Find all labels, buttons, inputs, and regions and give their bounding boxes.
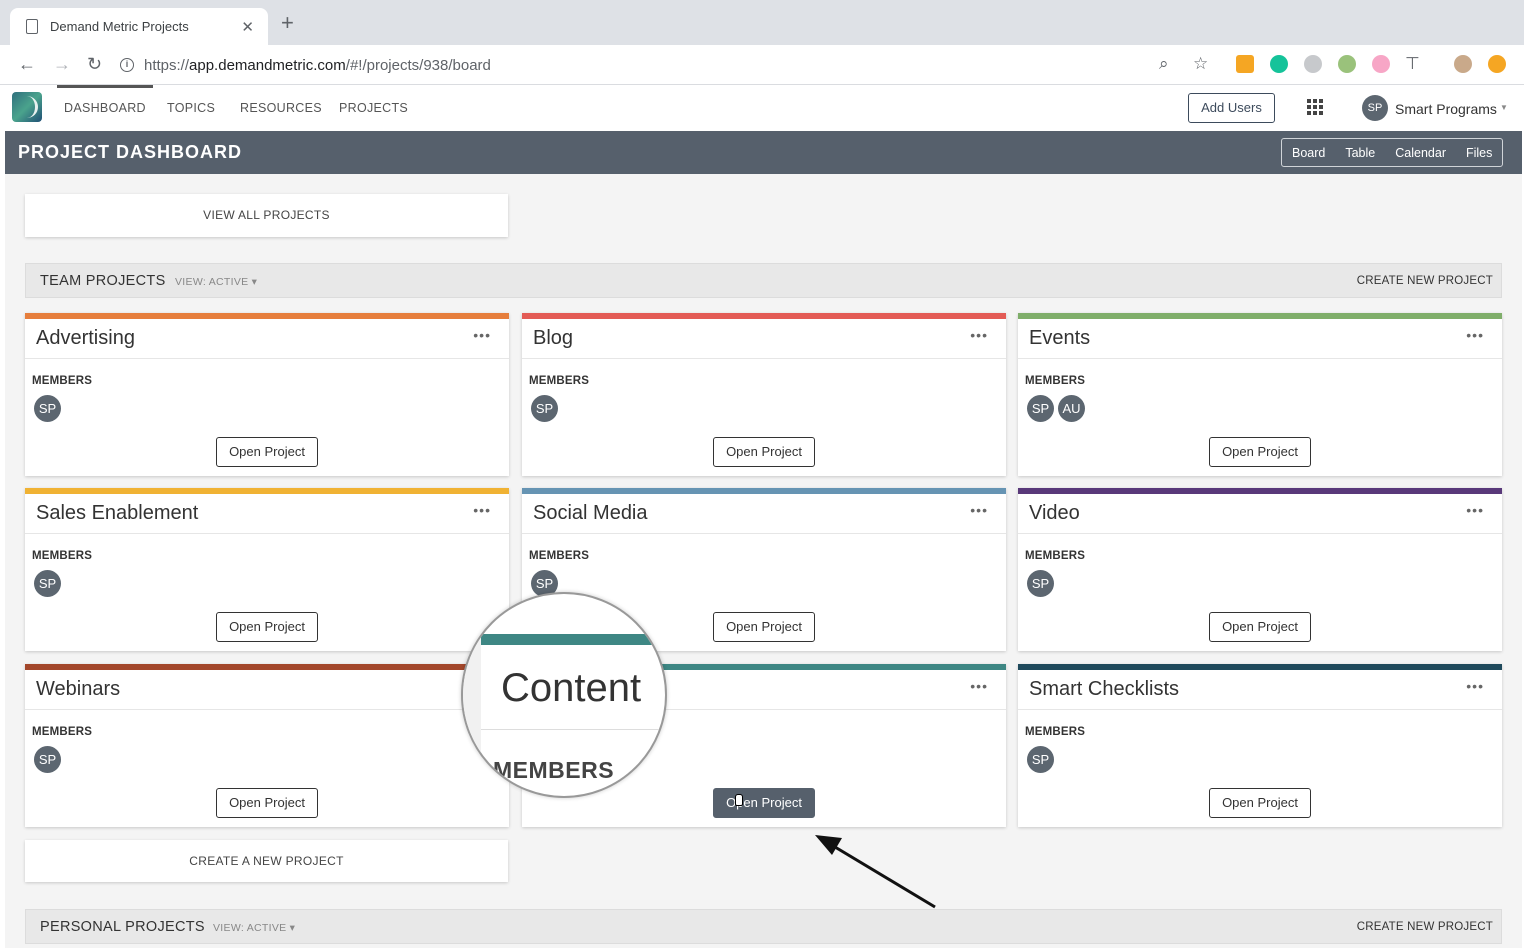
screen: Demand Metric Projects ✕ + ← → ↻ i https…	[0, 0, 1524, 948]
annotation-arrow	[815, 835, 936, 909]
hand-cursor-icon	[735, 794, 743, 806]
